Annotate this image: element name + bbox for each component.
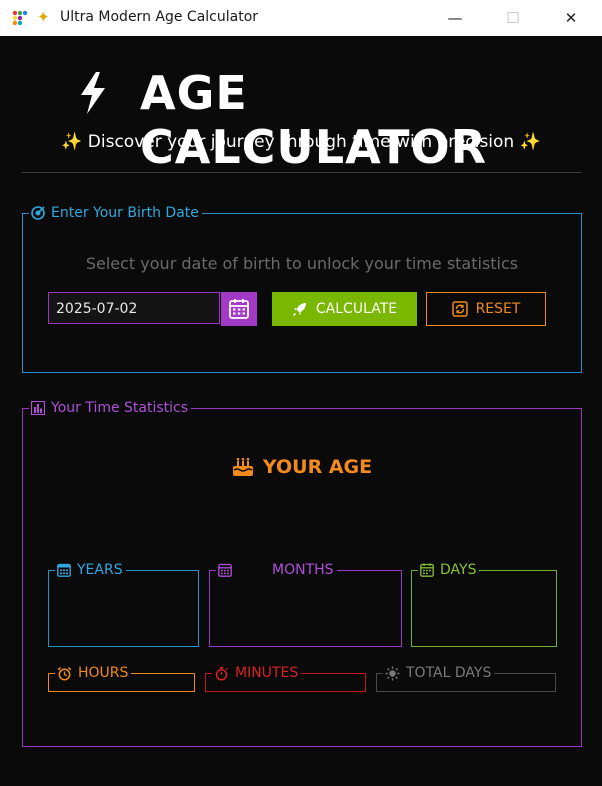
birthday-cake-icon (232, 457, 253, 476)
lightning-bolt-icon (81, 72, 105, 114)
minutes-label: MINUTES (235, 665, 299, 681)
calendar-icon (229, 299, 249, 319)
years-box: YEARS (48, 562, 199, 647)
minutes-box: MINUTES (205, 665, 366, 692)
refresh-icon (451, 301, 468, 317)
bar-chart-icon (31, 401, 45, 415)
sun-icon (385, 666, 400, 680)
calendar-icon (218, 563, 232, 577)
birth-date-group: Enter Your Birth Date Select your date o… (22, 205, 582, 373)
days-label: DAYS (440, 562, 477, 578)
rocket-icon (292, 303, 306, 317)
hours-label: HOURS (78, 665, 129, 681)
calendar-button[interactable] (221, 292, 257, 326)
months-label: MONTHS (272, 562, 334, 578)
calculate-button[interactable]: CALCULATE (272, 292, 417, 326)
sparkles-icon: ✨ (61, 132, 83, 152)
years-label: YEARS (77, 562, 123, 578)
birth-date-legend: Enter Your Birth Date (29, 205, 202, 221)
close-button[interactable]: ✕ (548, 0, 594, 36)
window-titlebar: ✦ Ultra Modern Age Calculator — ☐ ✕ (0, 0, 602, 36)
stopwatch-icon (215, 666, 228, 681)
target-icon (31, 206, 45, 220)
hours-legend: HOURS (55, 665, 132, 681)
maximize-button[interactable]: ☐ (490, 0, 536, 36)
sparkles-icon: ✦ (37, 8, 50, 26)
minutes-legend: MINUTES (212, 665, 302, 681)
total-days-box: TOTAL DAYS (376, 665, 556, 692)
statistics-legend: Your Time Statistics (29, 400, 192, 416)
statistics-group: Your Time Statistics YOUR AGE YEARS MONT… (22, 400, 582, 747)
calendar-icon (57, 563, 71, 577)
calculate-label: CALCULATE (315, 301, 398, 317)
age-heading-label: YOUR AGE (262, 456, 373, 478)
total-days-legend: TOTAL DAYS (383, 665, 495, 681)
statistics-legend-label: Your Time Statistics (51, 400, 189, 416)
days-legend: DAYS (418, 562, 480, 578)
subtitle-text: Discover your journey through time with … (87, 132, 515, 152)
reset-button[interactable]: RESET (426, 292, 546, 326)
reset-label: RESET (475, 301, 521, 317)
app-icon (12, 10, 28, 26)
days-box: DAYS (411, 562, 557, 647)
minimize-button[interactable]: — (432, 0, 478, 36)
calendar-icon (420, 563, 434, 577)
birth-date-input[interactable]: 2025-07-02 (48, 292, 220, 324)
sparkles-icon: ✨ (519, 132, 541, 152)
header-divider (22, 172, 582, 173)
hours-box: HOURS (48, 665, 195, 692)
total-days-label: TOTAL DAYS (406, 665, 492, 681)
alarm-clock-icon (57, 666, 72, 680)
months-legend: MONTHS (216, 562, 337, 578)
birth-date-legend-label: Enter Your Birth Date (51, 205, 199, 221)
window-title: Ultra Modern Age Calculator (60, 9, 259, 25)
birth-date-prompt: Select your date of birth to unlock your… (85, 254, 519, 273)
years-legend: YEARS (55, 562, 126, 578)
subtitle: ✨ Discover your journey through time wit… (0, 132, 602, 152)
months-box: MONTHS (209, 562, 402, 647)
page-title: AGE CALCULATOR (140, 66, 488, 174)
age-heading: YOUR AGE (23, 456, 581, 478)
